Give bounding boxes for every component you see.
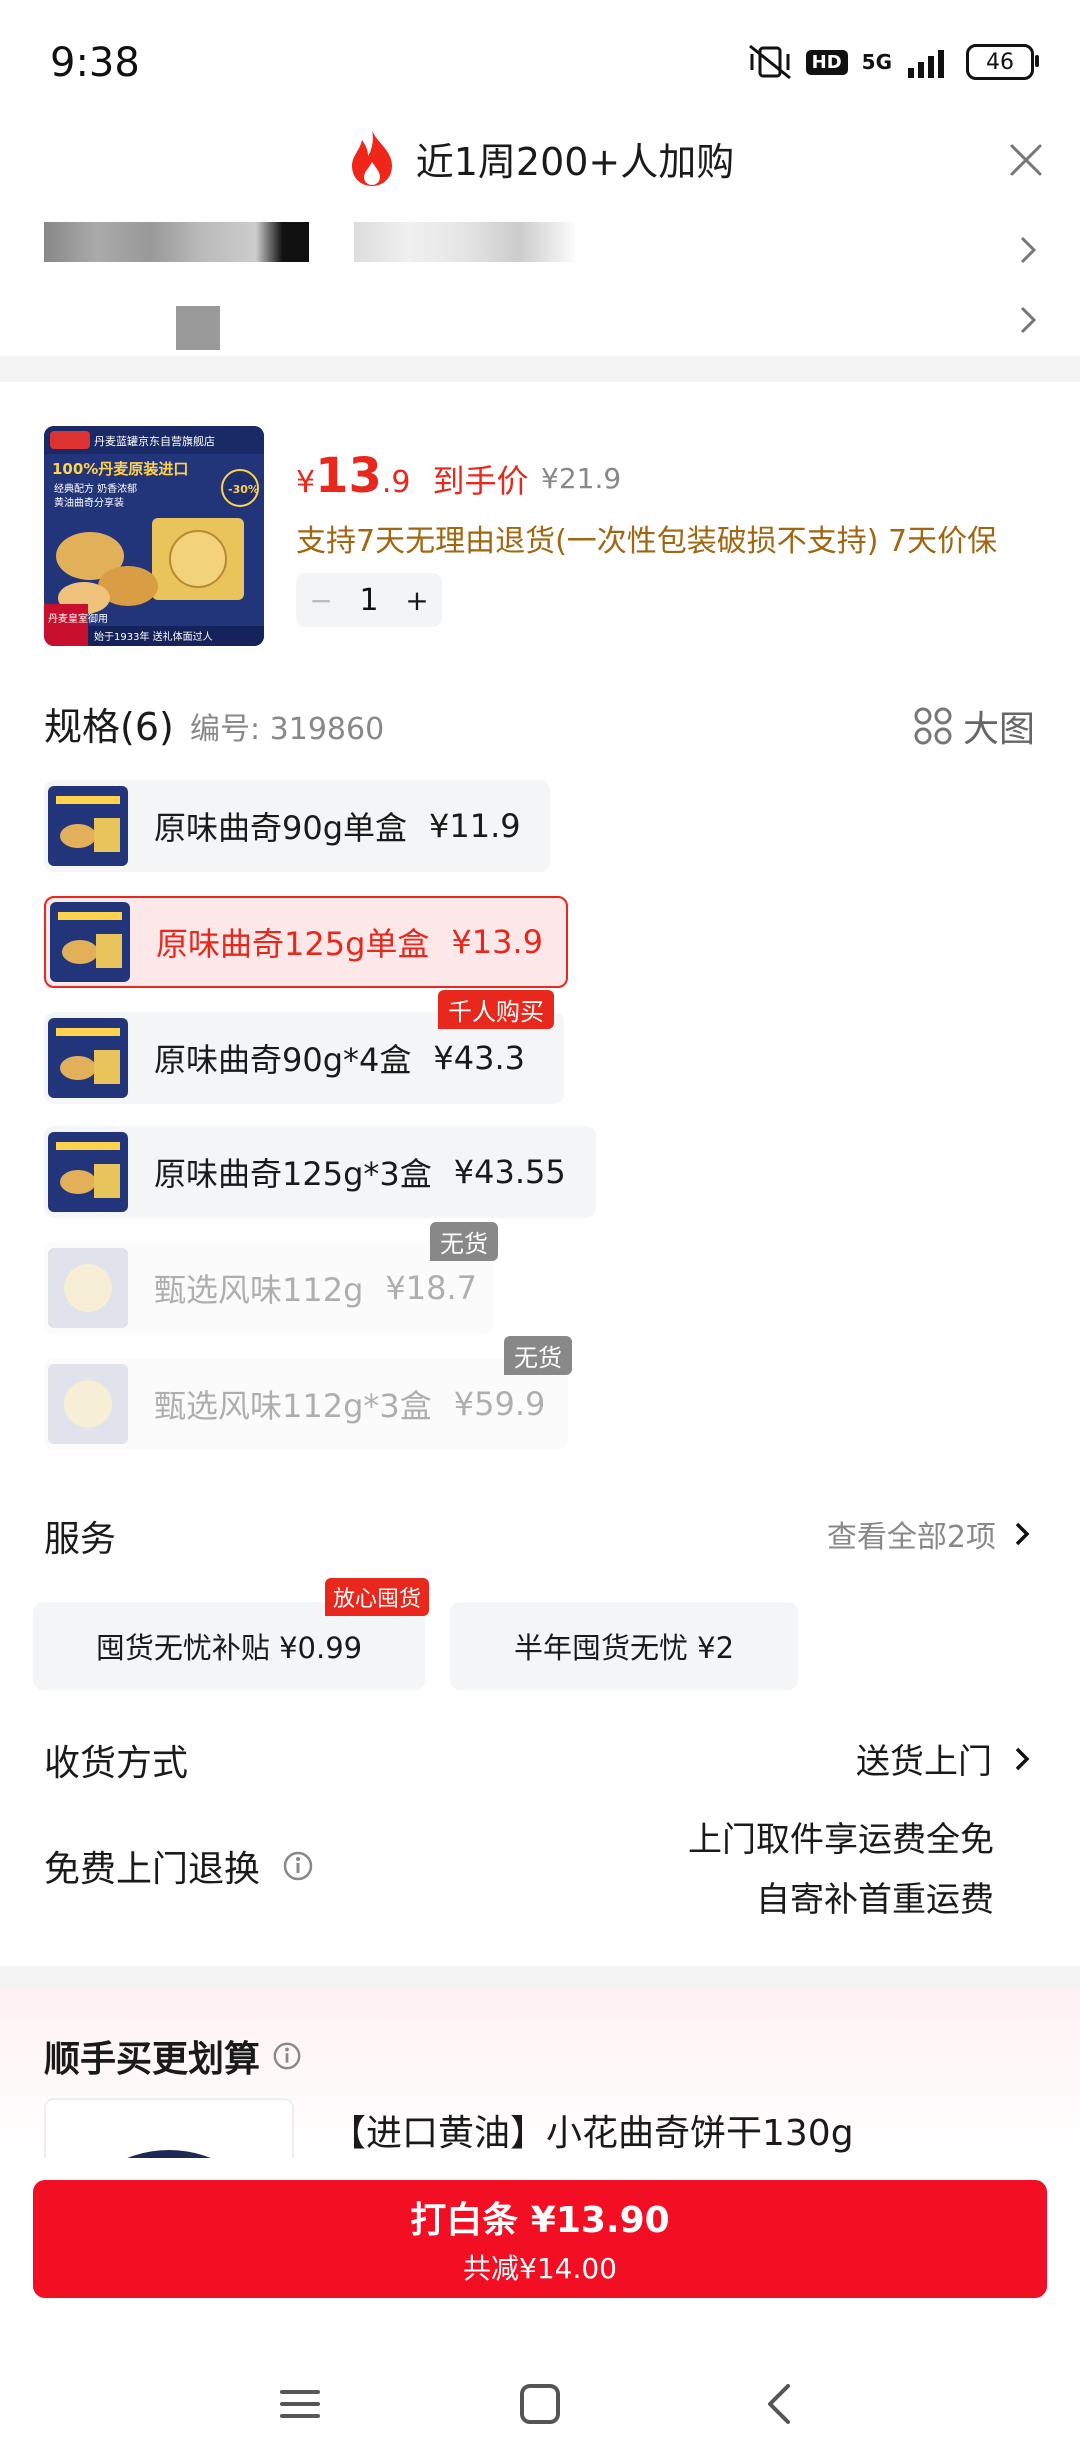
decrease-button[interactable]: − <box>309 584 332 617</box>
variant-thumbnail <box>48 1364 128 1444</box>
quantity-value[interactable]: 1 <box>359 583 378 618</box>
variant-option-disabled[interactable]: 甄选风味112g*3盒 ¥59.9 <box>44 1358 568 1450</box>
delivery-label: 收货方式 <box>44 1743 189 1784</box>
service-card-label: 半年囤货无忧 ¥2 <box>513 1631 735 1665</box>
grid-icon <box>914 707 952 745</box>
home-icon[interactable] <box>510 2374 570 2434</box>
image-sub2: 黄油曲奇分享装 <box>54 496 124 509</box>
variant-name: 原味曲奇90g单盒 <box>154 809 408 847</box>
product-image[interactable]: 丹麦蓝罐京东自营旗舰店 100%丹麦原装进口 经典配方 奶香浓郁 黄油曲奇分享装… <box>44 426 264 646</box>
variant-name: 甄选风味112g*3盒 <box>154 1387 432 1425</box>
buy-button[interactable]: 打白条 ¥13.90 共减¥14.00 <box>33 2180 1047 2298</box>
variant-option[interactable]: 原味曲奇125g*3盒 ¥43.55 <box>44 1126 596 1218</box>
variant-option[interactable]: 原味曲奇90g单盒 ¥11.9 <box>44 780 550 872</box>
price-decimal: .9 <box>381 465 411 500</box>
service-view-all-label: 查看全部2项 <box>826 1520 996 1555</box>
variant-name: 原味曲奇125g单盒 <box>156 925 430 963</box>
variant-thumbnail <box>50 902 130 982</box>
address-row[interactable] <box>44 292 1040 352</box>
image-headline: 100%丹麦原装进口 <box>52 460 188 478</box>
battery-icon: 46 <box>966 44 1039 80</box>
header: 近1周200+人加购 <box>0 128 1080 188</box>
policy-text: 支持7天无理由退货(一次性包装破损不支持) 7天价保 <box>296 524 998 559</box>
battery-level: 46 <box>986 49 1014 75</box>
price-currency: ¥ <box>296 465 316 500</box>
delivery-selector[interactable]: 送货上门 <box>856 1734 1030 1783</box>
variant-thumbnail <box>48 1132 128 1212</box>
spec-code: 编号: 319860 <box>190 712 385 747</box>
service-badge: 放心囤货 <box>325 1578 430 1616</box>
service-card-label: 囤货无忧补贴 ¥0.99 <box>95 1631 363 1665</box>
redacted-block <box>44 222 309 262</box>
chevron-right-icon <box>1020 236 1037 264</box>
section-divider <box>0 356 1080 382</box>
variant-option-disabled[interactable]: 甄选风味112g ¥18.7 <box>44 1242 494 1334</box>
variant-price: ¥13.9 <box>451 923 544 961</box>
variant-price: ¥11.9 <box>429 807 521 845</box>
buy-button-label: 打白条 ¥13.90 <box>410 2200 670 2241</box>
variant-thumbnail <box>48 1248 128 1328</box>
image-footer: 始于1933年 送礼体面过人 <box>94 630 213 643</box>
increase-button[interactable]: + <box>405 584 428 617</box>
mute-vibrate-icon <box>748 44 791 80</box>
variant-price: ¥43.55 <box>453 1153 566 1191</box>
free-return-label: 免费上门退换 <box>44 1849 261 1890</box>
variant-option-selected[interactable]: 原味曲奇125g单盒 ¥13.9 <box>44 896 568 988</box>
network-label: 5G <box>861 50 892 74</box>
back-icon[interactable] <box>750 2374 810 2434</box>
original-price: ¥21.9 <box>541 462 622 495</box>
variant-thumbnail <box>48 786 128 866</box>
info-icon[interactable] <box>272 2041 302 2071</box>
variant-name: 原味曲奇125g*3盒 <box>154 1155 432 1193</box>
signal-icon <box>908 50 944 78</box>
price-final: ¥ 13 .9 到手价 <box>296 448 529 504</box>
image-sub1: 经典配方 奶香浓郁 <box>54 482 137 495</box>
variant-thumbnail <box>48 1018 128 1098</box>
fire-icon <box>351 130 392 186</box>
variant-price: ¥18.7 <box>385 1269 478 1307</box>
variant-badge-out-of-stock: 无货 <box>430 1222 498 1261</box>
status-time: 9:38 <box>50 40 140 86</box>
service-card[interactable]: 半年囤货无忧 ¥2 <box>450 1602 798 1690</box>
hd-icon: HD <box>805 49 848 75</box>
variant-badge-popular: 千人购买 <box>438 990 554 1029</box>
info-icon[interactable] <box>282 1850 314 1882</box>
service-title: 服务 <box>44 1519 117 1560</box>
free-return-line2: 自寄补首重运费 <box>756 1880 994 1920</box>
section-divider <box>0 1966 1080 1988</box>
variant-price: ¥43.3 <box>433 1039 526 1077</box>
recommend-title: 顺手买更划算 <box>44 2039 261 2080</box>
big-image-toggle[interactable]: 大图 <box>913 700 1035 752</box>
close-icon[interactable] <box>1006 140 1046 180</box>
image-badge: 丹麦皇室御用 <box>48 612 108 625</box>
recommend-product-name[interactable]: 【进口黄油】小花曲奇饼干130g <box>330 2104 854 2156</box>
chevron-right-icon <box>1015 1522 1030 1546</box>
image-discount: -30% <box>228 483 259 496</box>
buy-button-discount: 共减¥14.00 <box>463 2252 617 2285</box>
redacted-block <box>176 306 220 350</box>
chevron-right-icon <box>1020 306 1037 334</box>
delivery-value: 送货上门 <box>856 1742 992 1782</box>
address-row[interactable] <box>44 222 1040 282</box>
service-view-all[interactable]: 查看全部2项 <box>827 1512 1030 1556</box>
price-label: 到手价 <box>432 462 529 500</box>
status-icons: HD 5G 46 <box>748 44 1039 80</box>
redacted-block <box>354 222 574 262</box>
price-integer: 13 <box>315 448 382 504</box>
free-return-line1: 上门取件享运费全免 <box>688 1820 994 1860</box>
recommend-header: 顺手买更划算 <box>44 2030 302 2082</box>
spec-title: 规格(6) <box>44 705 174 749</box>
variant-price: ¥59.9 <box>453 1385 546 1423</box>
variant-name: 甄选风味112g <box>154 1271 364 1309</box>
variant-name: 原味曲奇90g*4盒 <box>154 1041 412 1079</box>
big-image-label: 大图 <box>962 709 1035 750</box>
variant-badge-out-of-stock: 无货 <box>504 1336 572 1375</box>
quantity-stepper: − 1 + <box>296 573 442 627</box>
menu-icon[interactable] <box>270 2374 330 2434</box>
image-shop-text: 丹麦蓝罐京东自营旗舰店 <box>94 434 215 448</box>
header-title: 近1周200+人加购 <box>415 139 735 184</box>
free-return-row: 免费上门退换 <box>44 1840 314 1892</box>
chevron-right-icon <box>1015 1747 1030 1770</box>
